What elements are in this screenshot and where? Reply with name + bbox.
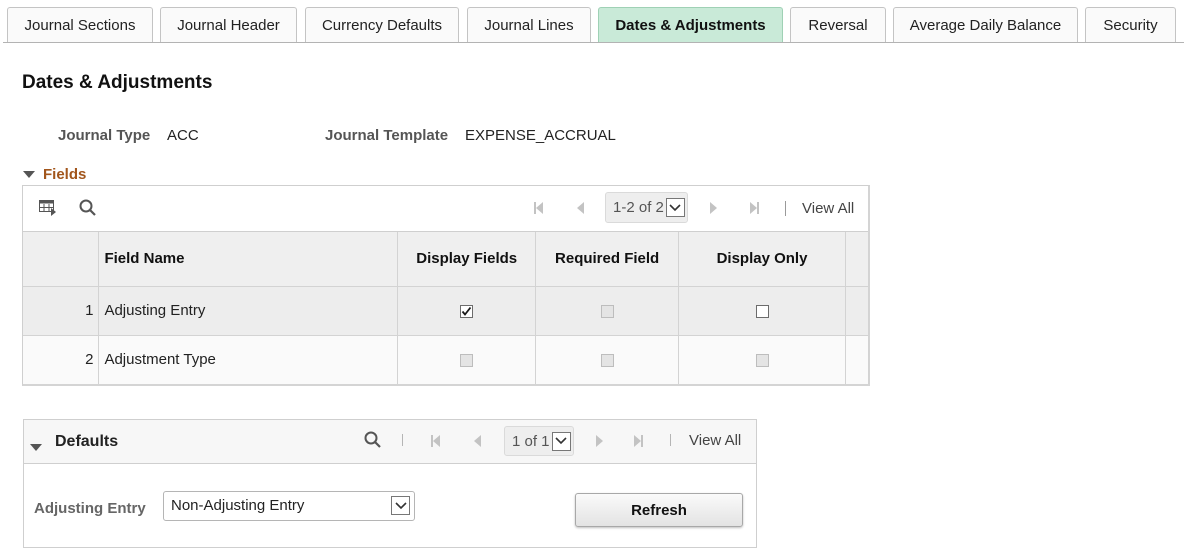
defaults-pager-dropdown[interactable]: 1 of 1 [504,426,574,456]
column-header-display-only: Display Only [678,232,846,287]
display-only-cell [678,335,846,384]
required-field-checkbox [600,353,614,367]
journal-type-label: Journal Type [58,127,151,144]
row-number: 1 [23,286,100,336]
row-number: 2 [23,335,100,384]
tab-journal-lines[interactable]: Journal Lines [467,7,591,43]
tab-label: Dates & Adjustments [615,17,766,34]
table-row: 2 Adjustment Type [23,335,870,384]
tab-label: Security [1103,17,1158,34]
display-fields-checkbox [460,353,474,367]
toolbar-separator [402,434,403,446]
journal-template-value: EXPENSE_ACCRUAL [465,127,616,144]
defaults-collapse-triangle-icon[interactable] [30,438,42,456]
tab-bar: Journal Sections Journal Header Currency… [0,0,1184,44]
next-page-icon[interactable] [596,434,603,452]
journal-type-value: ACC [167,127,199,144]
last-page-icon[interactable] [750,201,759,219]
first-page-icon[interactable] [534,201,543,219]
toolbar-separator [670,434,671,446]
tab-label: Currency Defaults [321,17,443,34]
next-page-icon[interactable] [710,201,717,219]
filler-cell [845,335,870,384]
fields-grid: 1-2 of 2 View All Field Name Display Fie… [22,185,870,386]
adjusting-entry-label: Adjusting Entry [34,500,146,517]
fields-section-title: Fields [43,166,87,183]
display-only-checkbox[interactable] [755,304,769,318]
chevron-down-icon [391,496,410,515]
pager-text: 1-2 of 2 [613,199,664,216]
tab-currency-defaults[interactable]: Currency Defaults [305,7,459,43]
display-fields-cell [397,286,537,336]
page-title: Dates & Adjustments [22,72,213,93]
tab-label: Journal Sections [24,17,136,34]
grid-toolbar: 1-2 of 2 View All [23,186,868,232]
tab-label: Average Daily Balance [909,17,1062,34]
field-name-cell: Adjusting Entry [98,286,399,336]
previous-page-icon[interactable] [577,201,584,219]
required-field-checkbox [600,304,614,318]
tab-label: Journal Lines [484,17,574,34]
grid-personalize-icon[interactable] [39,200,57,221]
column-header-required-field: Required Field [535,232,680,287]
search-icon[interactable] [364,431,382,454]
refresh-button[interactable]: Refresh [575,493,743,527]
pager-text: 1 of 1 [512,432,550,450]
previous-page-icon[interactable] [474,434,481,452]
view-all-link[interactable]: View All [802,200,854,217]
adjusting-entry-value: Non-Adjusting Entry [171,497,305,514]
chevron-down-icon [665,198,685,217]
tab-journal-sections[interactable]: Journal Sections [7,7,153,43]
table-row: 1 Adjusting Entry [23,286,870,336]
column-header-filler [845,232,870,287]
tab-journal-header[interactable]: Journal Header [160,7,297,43]
fields-section-toggle[interactable]: Fields [23,166,86,183]
fields-table: Field Name Display Fields Required Field… [23,232,870,384]
required-field-cell [535,286,680,336]
column-header-display-fields: Display Fields [397,232,537,287]
fields-pager-dropdown[interactable]: 1-2 of 2 [605,192,688,223]
defaults-header: Defaults 1 of 1 View All [24,420,756,464]
tab-security[interactable]: Security [1085,7,1176,43]
column-header-field-name: Field Name [98,232,399,287]
tab-dates-adjustments[interactable]: Dates & Adjustments [598,7,783,43]
display-only-cell [678,286,846,336]
journal-template-label: Journal Template [325,127,449,144]
tab-reversal[interactable]: Reversal [790,7,886,43]
toolbar-separator [785,201,786,216]
filler-cell [845,286,870,336]
defaults-section: Defaults 1 of 1 View All Adjusting Entry… [23,419,757,548]
first-page-icon[interactable] [431,434,440,452]
tab-average-daily-balance[interactable]: Average Daily Balance [893,7,1078,43]
collapse-triangle-icon [23,171,35,178]
defaults-section-title: Defaults [55,433,119,450]
display-fields-cell [397,335,537,384]
tab-label: Reversal [808,17,868,34]
required-field-cell [535,335,680,384]
table-header-row: Field Name Display Fields Required Field… [23,232,870,287]
column-header-row-number [23,232,100,287]
search-icon[interactable] [79,199,97,222]
view-all-link[interactable]: View All [689,432,741,449]
adjusting-entry-select[interactable]: Non-Adjusting Entry [163,491,415,521]
display-fields-checkbox[interactable] [460,304,474,318]
tab-baseline [3,42,1184,43]
display-only-checkbox [755,353,769,367]
chevron-down-icon [551,431,571,451]
tab-label: Journal Header [177,17,280,34]
refresh-button-label: Refresh [631,501,687,519]
last-page-icon[interactable] [634,434,643,452]
field-name-cell: Adjustment Type [98,335,399,384]
